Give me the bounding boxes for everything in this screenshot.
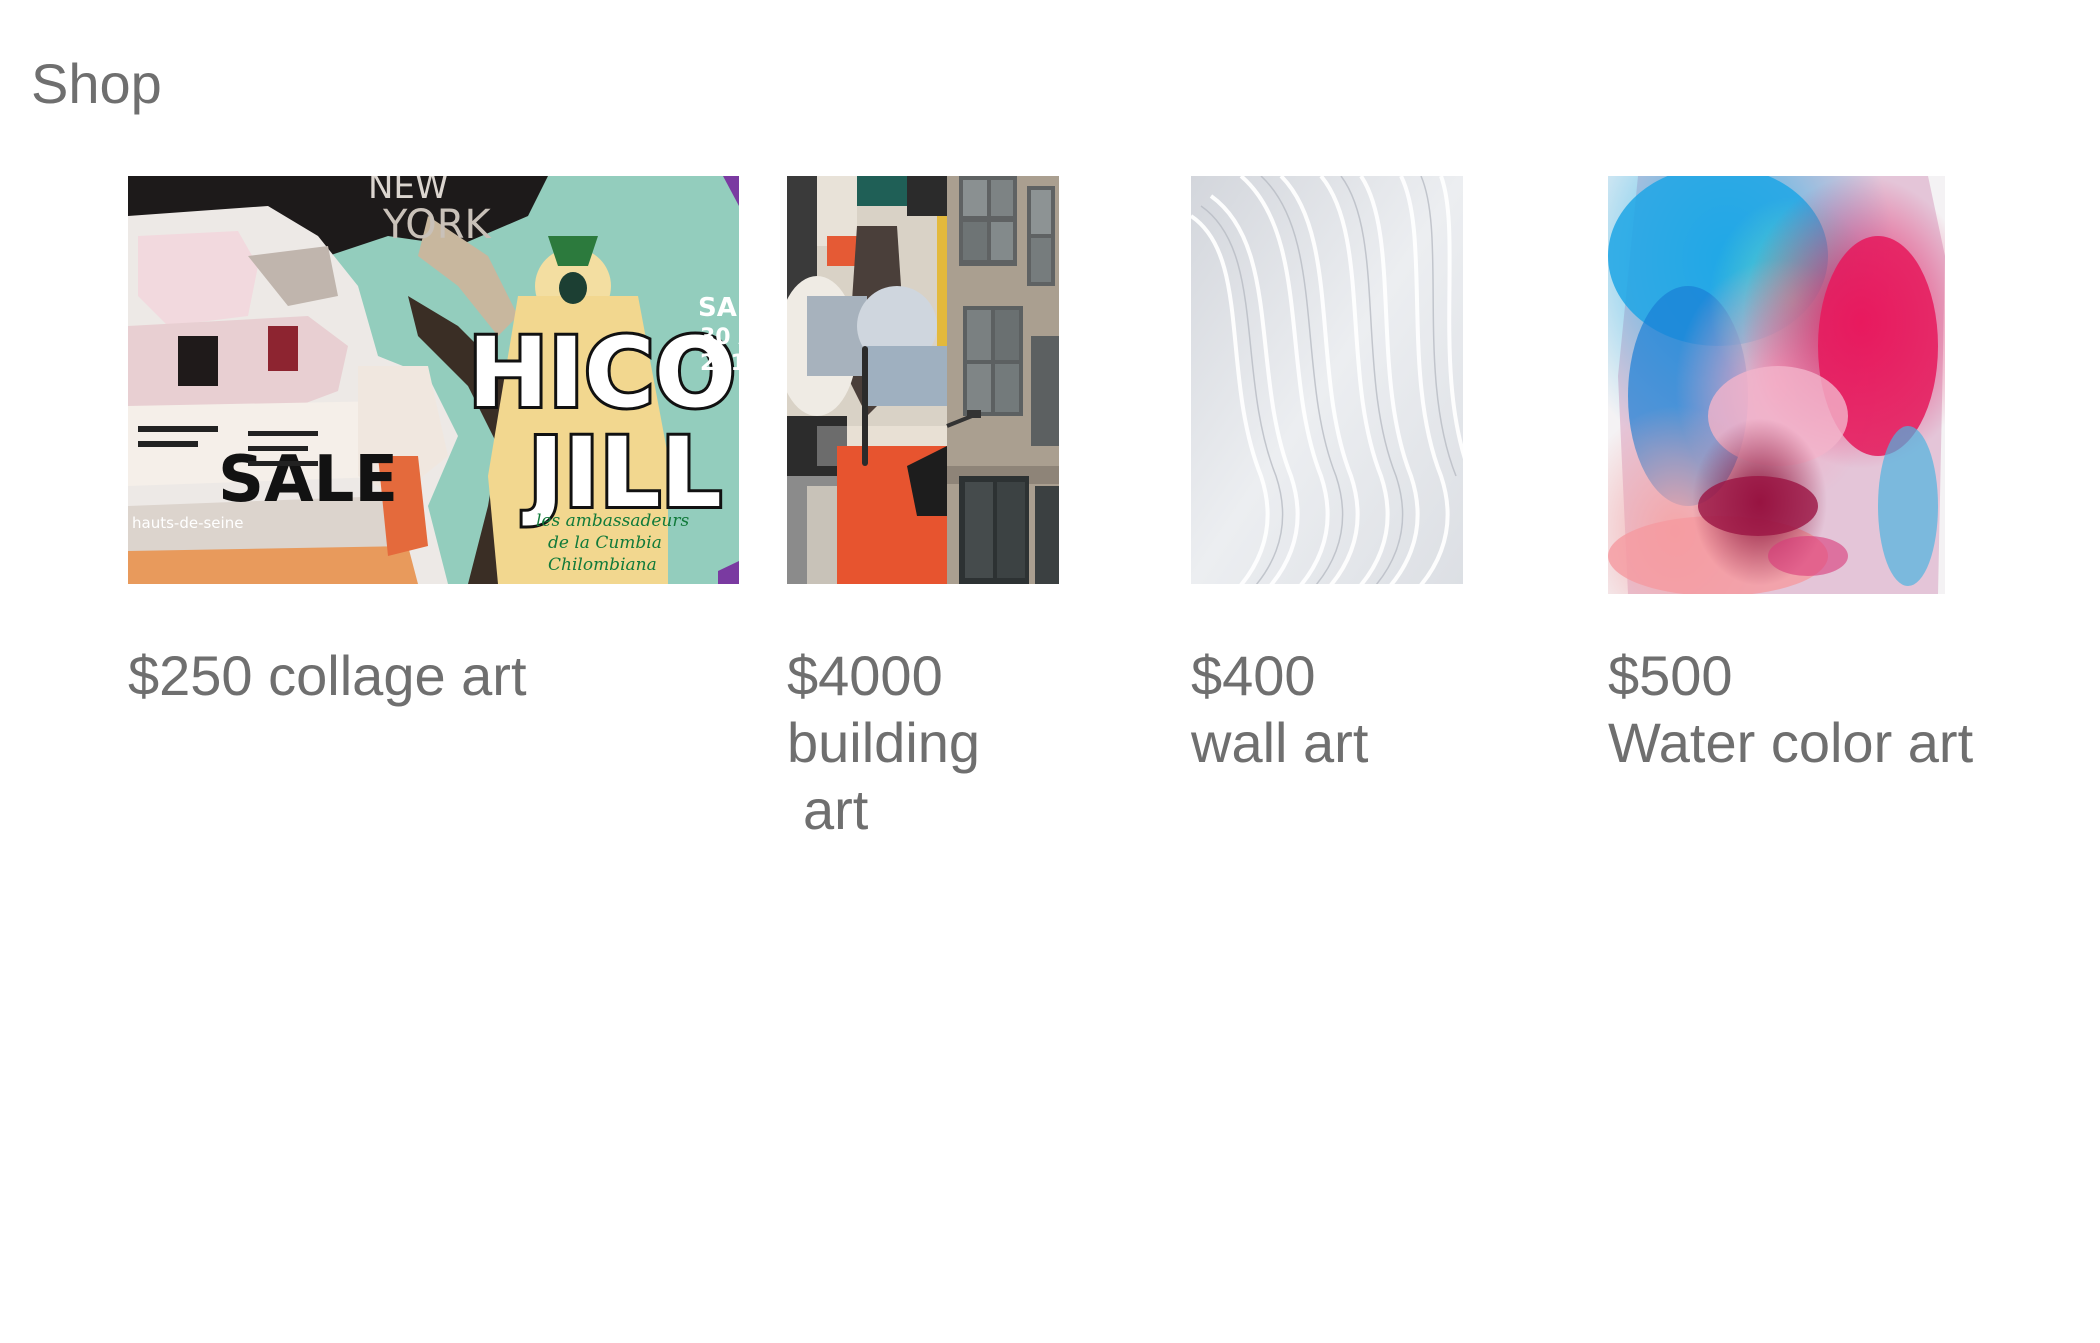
product-caption: $500 Water color art [1608, 642, 1973, 776]
product-price: $250 [128, 644, 253, 707]
product-card-building-art[interactable]: $4000 building art [787, 176, 1059, 841]
collage-hauts-text: hauts-de-seine [132, 514, 243, 532]
page-title: Shop [31, 52, 162, 115]
product-price: $500 [1608, 644, 1733, 707]
product-caption: $400 wall art [1191, 642, 1368, 776]
collage-sam-text: SAM [698, 293, 739, 323]
product-price: $4000 [787, 644, 943, 707]
product-name: Water color art [1608, 711, 1974, 774]
collage-chilombiana-text: Chilombiana [548, 555, 657, 575]
collage-ambassadeurs-text: les ambassadeurs [536, 511, 690, 531]
product-caption: $4000 building art [787, 642, 980, 843]
product-name-line-2: art [803, 778, 869, 841]
product-name: wall art [1191, 711, 1369, 774]
product-caption: $250 collage art [128, 642, 527, 709]
collage-year-text: 2016 [700, 351, 739, 376]
collage-cumbia-text: de la Cumbia [548, 533, 662, 553]
product-image-wall[interactable] [1191, 176, 1463, 584]
collage-hico-text: HICO [468, 317, 736, 429]
product-price-name: $250 collage art [128, 642, 527, 709]
collage-date-text: 30 A [700, 325, 739, 350]
product-image-collage[interactable]: HICO JILL NEW YORK SALE les ambassadeurs… [128, 176, 739, 584]
product-name: collage art [268, 644, 527, 707]
collage-york-text: YORK [382, 202, 493, 248]
product-image-building[interactable] [787, 176, 1059, 584]
product-card-wall-art[interactable]: $400 wall art [1191, 176, 1463, 774]
product-name-line-1: building [787, 711, 981, 774]
product-price: $400 [1191, 644, 1316, 707]
product-card-water-color-art[interactable]: $500 Water color art [1608, 176, 1973, 774]
product-image-watercolor[interactable] [1608, 176, 1945, 594]
collage-sale-text: SALE [218, 443, 398, 517]
product-card-collage-art[interactable]: HICO JILL NEW YORK SALE les ambassadeurs… [128, 176, 739, 707]
